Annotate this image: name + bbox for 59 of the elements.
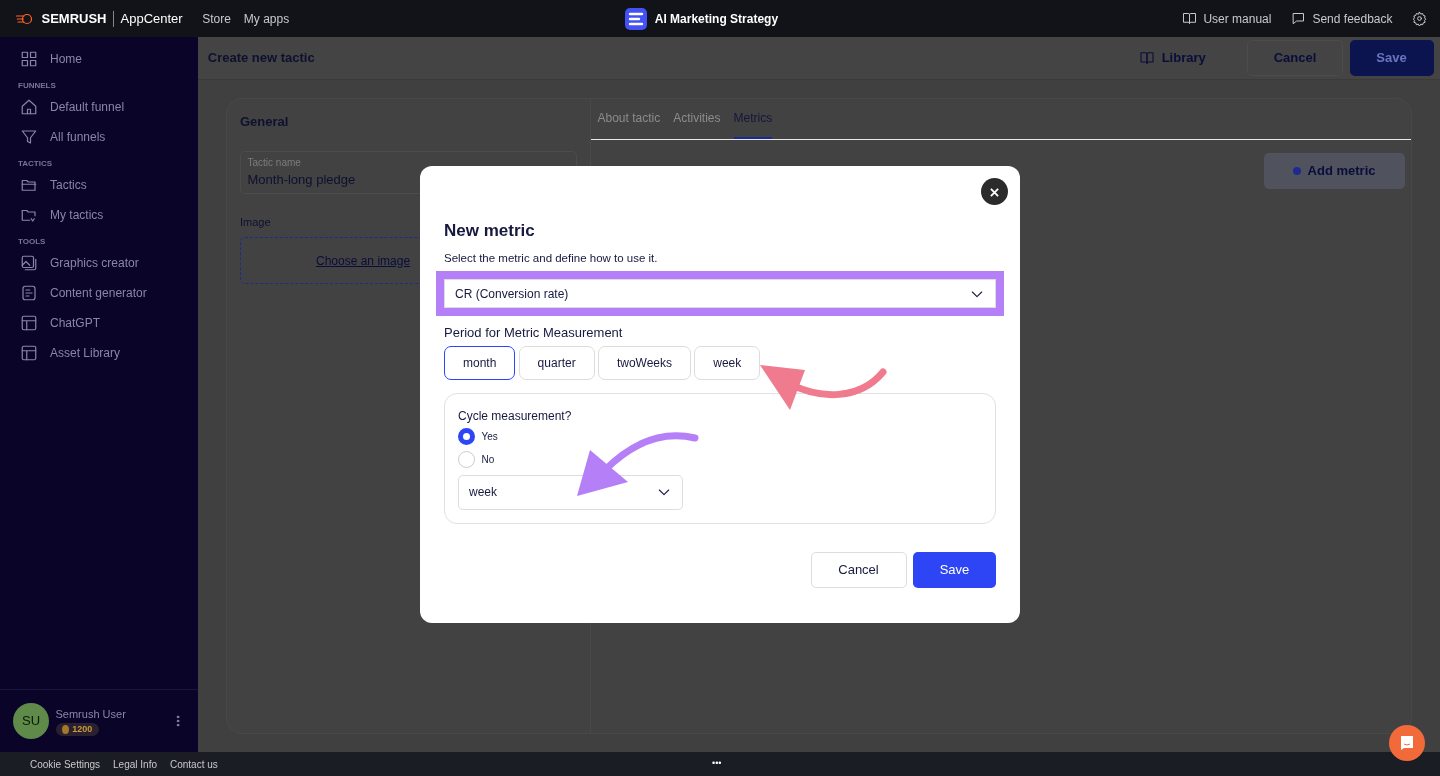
radio-label: No	[481, 453, 495, 468]
field-label: Period for Metric Measurement	[444, 323, 624, 342]
sidebar-item[interactable]: Default funnel	[0, 91, 198, 122]
radio-button[interactable]	[458, 427, 475, 445]
credits-badge: 1200	[55, 722, 99, 736]
brand-name: SEMRUSH	[41, 9, 107, 28]
grid-icon	[20, 49, 38, 68]
save-button[interactable]: Save	[913, 551, 996, 588]
tab[interactable]: About tactic	[597, 99, 661, 139]
brand-product: AppCenter	[120, 9, 183, 28]
chat-icon	[1399, 735, 1415, 751]
tab[interactable]: Activities	[673, 99, 721, 139]
avatar: SU	[13, 703, 49, 739]
period-option[interactable]: twoWeeks	[597, 345, 692, 380]
book-icon	[1181, 11, 1197, 26]
sidebar-item[interactable]: Content generator	[0, 277, 198, 308]
close-button[interactable]	[981, 178, 1008, 205]
sidebar-item[interactable]: Graphics creator	[0, 247, 198, 278]
user-name: Semrush User	[55, 707, 126, 722]
document-icon	[20, 283, 38, 302]
period-option[interactable]: week	[694, 345, 761, 380]
sidebar-item[interactable]: All funnels	[0, 121, 198, 152]
layout-icon	[20, 343, 38, 362]
chat-icon	[1290, 11, 1306, 26]
cancel-button[interactable]: Cancel	[810, 551, 907, 588]
sidebar-item[interactable]: Home	[0, 43, 198, 74]
radio-label: Yes	[481, 429, 498, 444]
period-option[interactable]: month	[444, 345, 516, 380]
plus-icon	[1293, 166, 1302, 175]
coin-icon	[62, 724, 69, 734]
period-select[interactable]: week	[458, 474, 683, 510]
sidebar-item[interactable]: My tactics	[0, 199, 198, 230]
field-label: Cycle measurement?	[458, 407, 573, 425]
save-button[interactable]: Save	[1349, 40, 1434, 76]
sidebar-item[interactable]: Asset Library	[0, 337, 198, 368]
app-logo-icon	[624, 6, 649, 31]
nav-link[interactable]: My apps	[243, 9, 290, 28]
footer-link[interactable]: Contact us	[170, 756, 218, 772]
period-option[interactable]: quarter	[518, 345, 595, 380]
layout-icon	[20, 313, 38, 332]
funnel-icon	[20, 127, 38, 146]
footer-link[interactable]: Legal Info	[113, 756, 157, 772]
house-icon	[20, 97, 38, 116]
app-title: AI Marketing Strategy	[654, 10, 779, 28]
section-heading: TACTICS	[17, 157, 54, 170]
close-icon	[990, 188, 999, 198]
metric-select[interactable]: CR (Conversion rate)	[444, 279, 996, 309]
settings-icon[interactable]	[1412, 11, 1427, 26]
footer-link[interactable]: Cookie Settings	[30, 756, 101, 772]
section-heading: FUNNELS	[17, 79, 57, 92]
user-manual-link[interactable]: User manual	[1181, 9, 1272, 28]
book-icon	[1139, 50, 1156, 66]
picture-icon	[20, 253, 38, 272]
sidebar-item[interactable]: Tactics	[0, 169, 198, 200]
feedback-link[interactable]: Send feedback	[1290, 9, 1393, 28]
more-menu[interactable]: •••	[712, 757, 722, 771]
nav-link[interactable]: Store	[202, 9, 231, 28]
sidebar-item[interactable]: ChatGPT	[0, 307, 198, 338]
section-heading: TOOLS	[17, 235, 47, 248]
